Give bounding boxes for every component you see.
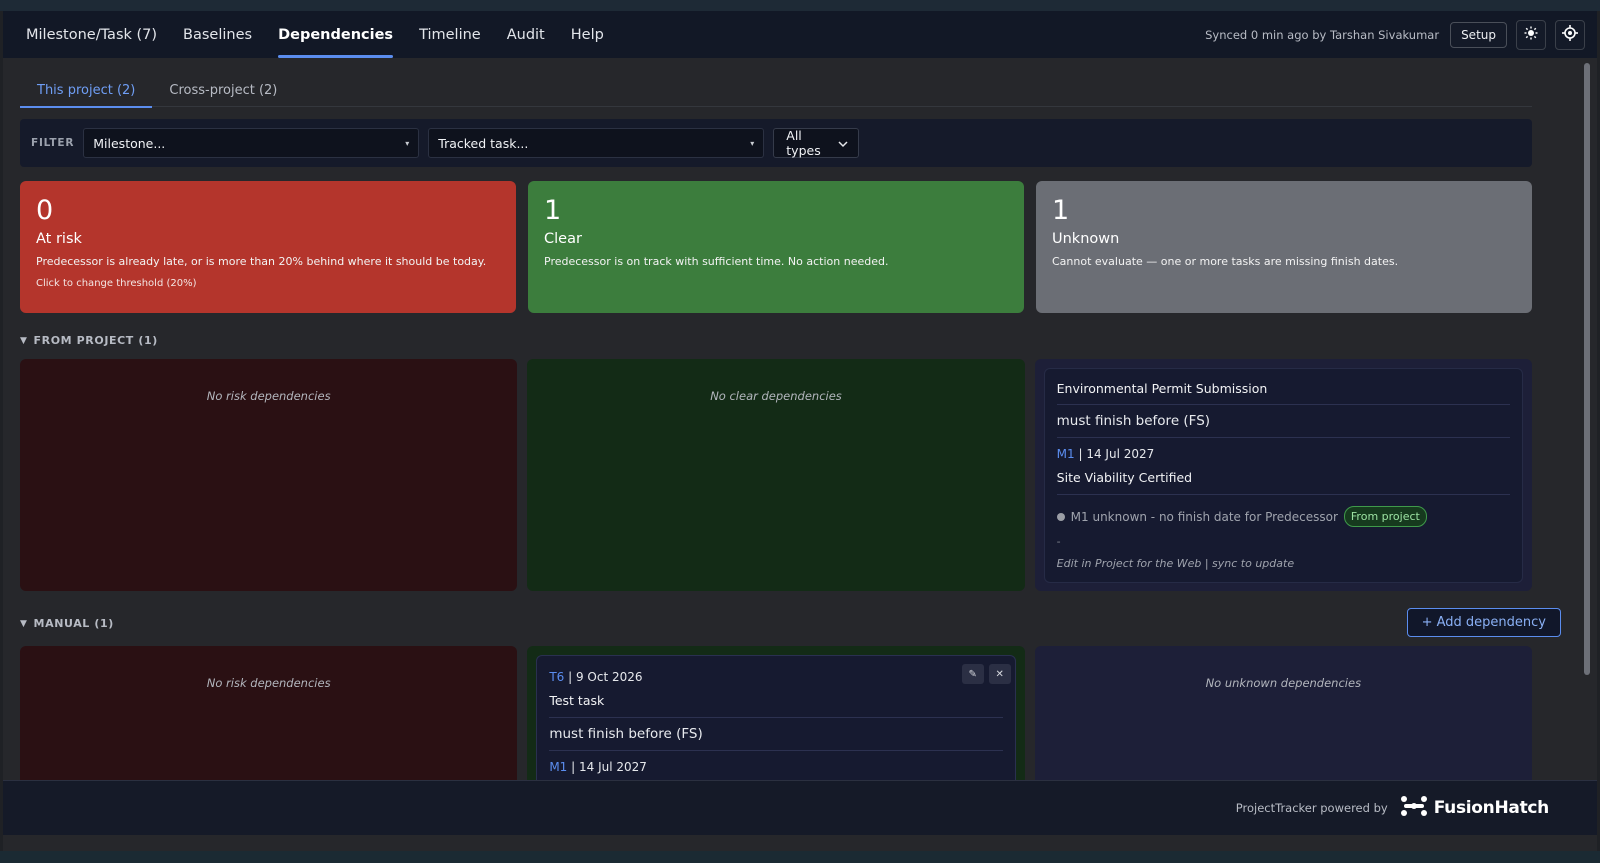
- unknown-title: Unknown: [1052, 231, 1120, 247]
- manual-clear-column: ✎ ✕ T6 | 9 Oct 2026 Test task must finis…: [527, 646, 1025, 796]
- nav-actions: Synced 0 min ago by Tarshan Sivakumar Se…: [1205, 11, 1585, 58]
- app-window: Milestone/Task (7) Baselines Dependencie…: [3, 11, 1597, 851]
- at-risk-card[interactable]: 0 At risk Predecessor is already late, o…: [20, 181, 516, 313]
- manual-row: No risk dependencies ✎ ✕ T6 | 9 Oct 2026…: [20, 646, 1532, 796]
- successor-name: Site Viability Certified: [1056, 470, 1510, 495]
- from-project-unknown-column: Environmental Permit Submission must fin…: [1034, 359, 1532, 591]
- relation-type: must finish before (FS): [549, 718, 1003, 751]
- predecessor-name: Environmental Permit Submission: [1056, 381, 1510, 405]
- window-top-strip: [0, 0, 1600, 11]
- manual-unknown-column: No unknown dependencies: [1034, 646, 1532, 796]
- theme-toggle-button[interactable]: [1516, 19, 1546, 50]
- at-risk-count: 0: [36, 195, 54, 226]
- dependency-note-placeholder: -: [1056, 535, 1061, 548]
- empty-clear-message: No clear dependencies: [710, 389, 842, 403]
- from-project-title: FROM PROJECT (1): [33, 334, 158, 347]
- empty-risk-message: No risk dependencies: [206, 389, 331, 403]
- tab-audit[interactable]: Audit: [507, 11, 545, 58]
- tab-baselines[interactable]: Baselines: [183, 11, 252, 58]
- type-select-value: All types: [786, 128, 821, 158]
- clear-title: Clear: [544, 231, 582, 247]
- predecessor-ref: T6 | 9 Oct 2026: [549, 668, 1002, 684]
- successor-ref: M1 | 14 Jul 2027: [1057, 438, 1510, 461]
- filter-bar: FILTER Milestone... ▾ Tracked task... ▾ …: [20, 119, 1532, 167]
- at-risk-title: At risk: [36, 231, 82, 247]
- add-dependency-button[interactable]: + Add dependency: [1406, 608, 1561, 637]
- manual-risk-column: No risk dependencies: [20, 646, 518, 796]
- source-badge: From project: [1343, 506, 1427, 527]
- window-bottom-strip: [0, 851, 1600, 863]
- successor-ref: M1 | 14 Jul 2027: [549, 751, 1002, 774]
- chevron-down-icon: [838, 136, 848, 151]
- vertical-scrollbar[interactable]: [1584, 63, 1590, 675]
- pencil-icon: ✎: [968, 668, 977, 680]
- edit-button[interactable]: ✎: [961, 664, 984, 684]
- from-project-header[interactable]: ▼ FROM PROJECT (1): [20, 334, 158, 347]
- tab-dependencies[interactable]: Dependencies: [278, 11, 393, 58]
- dependency-status: M1 unknown - no finish date for Predeces…: [1056, 506, 1510, 527]
- relation-type: must finish before (FS): [1056, 405, 1510, 438]
- caret-down-icon: ▾: [750, 138, 755, 148]
- clear-description: Predecessor is on track with sufficient …: [544, 255, 889, 268]
- sun-icon: [1524, 26, 1538, 44]
- successor-date: | 14 Jul 2027: [571, 760, 647, 774]
- caret-down-icon: ▾: [405, 138, 410, 148]
- sync-status: Synced 0 min ago by Tarshan Sivakumar: [1205, 27, 1440, 42]
- unknown-count: 1: [1052, 195, 1070, 226]
- tab-help[interactable]: Help: [571, 11, 604, 58]
- footer: ProjectTracker powered by FusionHatch: [3, 780, 1597, 835]
- type-select[interactable]: All types: [773, 128, 860, 158]
- threshold-link[interactable]: Click to change threshold (20%): [36, 278, 500, 289]
- milestone-select-value: Milestone...: [93, 135, 166, 151]
- tab-this-project[interactable]: This project (2): [20, 73, 153, 108]
- empty-unknown-message: No unknown dependencies: [1205, 676, 1362, 690]
- tab-timeline[interactable]: Timeline: [419, 11, 481, 58]
- at-risk-description: Predecessor is already late, or is more …: [36, 255, 487, 268]
- tracked-task-select-value: Tracked task...: [438, 135, 529, 151]
- brand-logo: FusionHatch: [1400, 795, 1549, 821]
- dependency-card: Environmental Permit Submission must fin…: [1043, 368, 1523, 583]
- predecessor-date: | 9 Oct 2026: [568, 670, 643, 684]
- tab-cross-project[interactable]: Cross-project (2): [152, 73, 294, 107]
- filter-label: FILTER: [31, 137, 75, 149]
- successor-code[interactable]: M1: [549, 760, 567, 774]
- clear-count: 1: [544, 195, 562, 226]
- dependency-card: ✎ ✕ T6 | 9 Oct 2026 Test task must finis…: [536, 655, 1016, 787]
- brand-name: FusionHatch: [1433, 798, 1550, 818]
- scope-tabs: This project (2) Cross-project (2): [20, 73, 1532, 108]
- delete-button[interactable]: ✕: [988, 664, 1011, 684]
- predecessor-code[interactable]: T6: [549, 670, 564, 684]
- status-text: M1 unknown - no finish date for Predeces…: [1070, 509, 1338, 524]
- close-icon: ✕: [995, 668, 1004, 680]
- manual-title: MANUAL (1): [33, 617, 114, 630]
- target-icon: [1562, 24, 1578, 45]
- manual-header[interactable]: ▼ MANUAL (1): [20, 617, 114, 630]
- powered-by-text: ProjectTracker powered by: [1235, 801, 1388, 815]
- tab-milestone-task[interactable]: Milestone/Task (7): [26, 11, 157, 58]
- successor-code[interactable]: M1: [1057, 447, 1075, 461]
- from-project-clear-column: No clear dependencies: [527, 359, 1025, 591]
- top-nav: Milestone/Task (7) Baselines Dependencie…: [3, 11, 1597, 58]
- triangle-down-icon: ▼: [20, 335, 28, 346]
- successor-date: | 14 Jul 2027: [1078, 447, 1155, 461]
- unknown-card[interactable]: 1 Unknown Cannot evaluate — one or more …: [1036, 181, 1532, 313]
- milestone-select[interactable]: Milestone... ▾: [83, 128, 420, 158]
- empty-risk-message: No risk dependencies: [206, 676, 331, 690]
- locate-button[interactable]: [1555, 19, 1585, 50]
- tracked-task-select[interactable]: Tracked task... ▾: [428, 128, 765, 158]
- fusionhatch-logo-icon: [1400, 795, 1428, 821]
- from-project-row: No risk dependencies No clear dependenci…: [20, 359, 1532, 591]
- from-project-risk-column: No risk dependencies: [20, 359, 518, 591]
- setup-button[interactable]: Setup: [1450, 21, 1507, 48]
- edit-note: Edit in Project for the Web | sync to up…: [1056, 557, 1295, 570]
- summary-cards: 0 At risk Predecessor is already late, o…: [20, 181, 1532, 313]
- status-dot-icon: [1056, 512, 1065, 521]
- triangle-down-icon: ▼: [20, 618, 28, 629]
- card-actions: ✎ ✕: [961, 664, 1011, 684]
- clear-card[interactable]: 1 Clear Predecessor is on track with suf…: [528, 181, 1024, 313]
- unknown-description: Cannot evaluate — one or more tasks are …: [1052, 255, 1399, 268]
- predecessor-name: Test task: [549, 693, 1003, 718]
